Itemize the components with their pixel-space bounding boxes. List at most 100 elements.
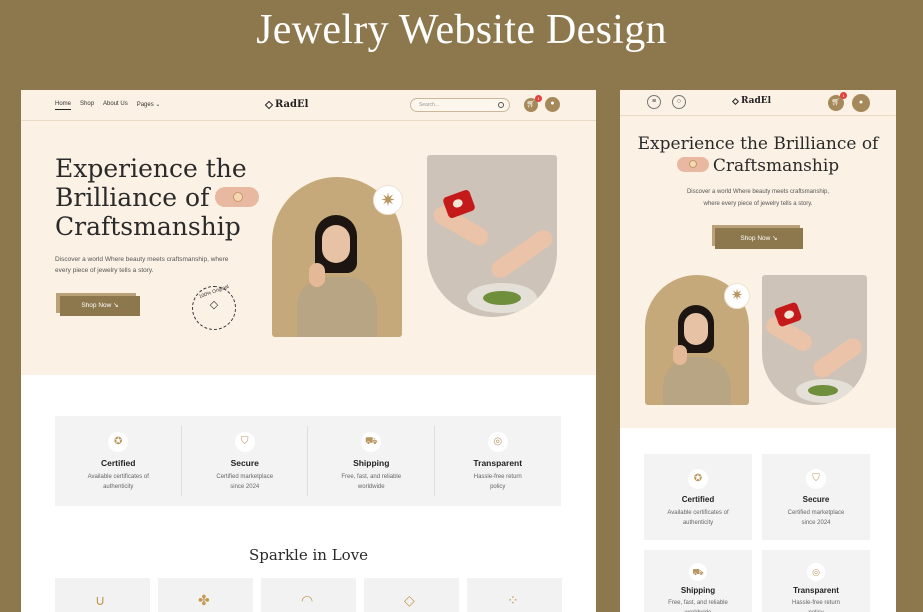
feature-title: Transparent bbox=[473, 458, 523, 468]
search-icon[interactable] bbox=[498, 102, 504, 108]
shop-now-button[interactable]: Shop Now ↘ bbox=[60, 296, 140, 316]
search-placeholder: Search... bbox=[419, 102, 440, 108]
mobile-feature-secure: ⛉ Secure Certified marketplace since 2024 bbox=[762, 454, 870, 540]
diamond-icon bbox=[264, 100, 274, 109]
feature-title: Certified bbox=[101, 458, 136, 468]
user-icon: ● bbox=[550, 100, 555, 107]
top-nav: Home Shop About Us Pages ⌄ RadEl Search.… bbox=[21, 90, 596, 121]
feature-title: Transparent bbox=[793, 586, 839, 595]
feature-desc: Certified marketplace bbox=[787, 510, 845, 516]
brand-name: RadEl bbox=[741, 96, 772, 106]
feature-title: Secure bbox=[230, 458, 259, 468]
feature-desc: since 2024 bbox=[801, 520, 831, 526]
truck-icon: ⛟ bbox=[361, 432, 382, 452]
feature-desc: Hassle-free return bbox=[791, 600, 841, 606]
cart-badge: 1 bbox=[535, 95, 542, 102]
mobile-hero-title: Experience the Brilliance of Craftsmansh… bbox=[620, 133, 896, 177]
mobile-mockup: ≡ ○ RadEl 🛒︎ 1 ● Experience the Brillian… bbox=[620, 90, 896, 612]
hero-title: Experience the Brilliance of Craftsmansh… bbox=[55, 154, 260, 241]
feature-desc: Certified marketplace bbox=[216, 474, 274, 480]
feature-title: Shipping bbox=[680, 586, 716, 595]
product-card[interactable]: ✤ bbox=[158, 578, 253, 612]
medal-icon: ✪ bbox=[688, 469, 708, 489]
nav-link-home[interactable]: Home bbox=[55, 101, 72, 110]
shield-icon: ⛉ bbox=[234, 432, 255, 452]
feature-desc: Available certificates of bbox=[87, 474, 149, 480]
feature-title: Shipping bbox=[353, 458, 390, 468]
nav-link-pages[interactable]: Pages ⌄ bbox=[137, 101, 161, 110]
mobile-top-nav: ≡ ○ RadEl 🛒︎ 1 ● bbox=[620, 90, 896, 116]
stud-earrings-icon: ⁘ bbox=[507, 592, 519, 608]
original-seal: 100% Original ◇ bbox=[192, 284, 236, 330]
hero-title-line3: Craftsmanship bbox=[55, 212, 241, 241]
feature-title: Secure bbox=[802, 495, 830, 504]
sparkle-star-icon: ✷ bbox=[724, 283, 750, 309]
feature-desc: authenticity bbox=[682, 520, 714, 526]
feature-desc: Free, fast, and reliable bbox=[341, 474, 402, 480]
brand-logo[interactable]: RadEl bbox=[264, 99, 309, 110]
sparkle-star-icon: ✷ bbox=[373, 185, 403, 215]
feature-desc: authenticity bbox=[103, 484, 134, 490]
jewelry-pill-image bbox=[676, 157, 709, 172]
desktop-mockup: Home Shop About Us Pages ⌄ RadEl Search.… bbox=[21, 90, 596, 612]
bracelet-icon: ◠ bbox=[301, 592, 314, 608]
shop-now-button[interactable]: Shop Now ↘ bbox=[715, 228, 803, 249]
feature-desc: policy bbox=[762, 608, 870, 612]
feature-desc: worldwide bbox=[357, 484, 385, 490]
hero-title-line1: Experience the bbox=[55, 154, 247, 183]
cart-badge: 1 bbox=[840, 92, 847, 99]
user-icon: ● bbox=[858, 99, 864, 106]
search-input[interactable]: Search... bbox=[410, 98, 510, 112]
product-card[interactable]: ◇ bbox=[364, 578, 459, 612]
medal-icon: ✪ bbox=[108, 432, 129, 452]
product-card[interactable]: ⁘ bbox=[467, 578, 562, 612]
cart-icon: 🛒︎ bbox=[831, 99, 841, 106]
hero-title-line2: Brilliance of bbox=[55, 183, 210, 212]
features-strip: ✪ Certified Available certificates of aut… bbox=[55, 416, 561, 506]
brand-name: RadEl bbox=[275, 99, 309, 110]
mobile-hero-title-line2: Craftsmanship bbox=[712, 156, 840, 176]
coins-icon: ◎ bbox=[487, 432, 508, 452]
jewelry-pill-image bbox=[215, 186, 260, 207]
shop-now-label: Shop Now bbox=[81, 302, 112, 309]
mobile-hero-subtitle: Discover a world Where beauty meets craf… bbox=[620, 186, 896, 210]
ring-proposal-image bbox=[762, 275, 867, 405]
menu-icon[interactable]: ≡ bbox=[647, 95, 661, 109]
nav-link-pages-label: Pages bbox=[136, 102, 154, 108]
feature-certified: ✪ Certified Available certificates of aut… bbox=[55, 416, 182, 506]
mobile-hero-subtitle-line2: where every piece of jewelry tells a sto… bbox=[703, 201, 813, 207]
feature-desc: worldwide bbox=[644, 608, 752, 612]
hero-subtitle-line2: every piece of jewelry tells a story. bbox=[55, 267, 154, 274]
mobile-hero-section: ≡ ○ RadEl 🛒︎ 1 ● Experience the Brillian… bbox=[620, 90, 896, 428]
hero-section: Home Shop About Us Pages ⌄ RadEl Search.… bbox=[21, 90, 596, 375]
nav-links: Home Shop About Us Pages ⌄ bbox=[55, 101, 160, 110]
feature-secure: ⛉ Secure Certified marketplace since 2024 bbox=[182, 416, 308, 506]
feature-desc: since 2024 bbox=[230, 484, 260, 490]
brand-logo[interactable]: RadEl bbox=[731, 96, 772, 106]
feature-title: Certified bbox=[681, 495, 715, 504]
feature-desc: Hassle-free return bbox=[473, 474, 522, 480]
necklace-icon: ∪ bbox=[95, 592, 106, 608]
mobile-hero-subtitle-line1: Discover a world Where beauty meets craf… bbox=[686, 189, 830, 195]
arrow-icon: ↘ bbox=[772, 235, 778, 242]
banner-title: Jewelry Website Design bbox=[256, 7, 667, 53]
nav-link-shop[interactable]: Shop bbox=[80, 101, 94, 110]
feature-shipping: ⛟ Shipping Free, fast, and reliable world… bbox=[308, 416, 435, 506]
product-card[interactable]: ◠ bbox=[261, 578, 356, 612]
account-button[interactable]: ● bbox=[545, 97, 560, 112]
section-title: Sparkle in Love bbox=[248, 546, 369, 564]
chevron-down-icon: ⌄ bbox=[155, 102, 161, 108]
feature-desc: Available certificates of bbox=[667, 510, 729, 516]
search-icon[interactable]: ○ bbox=[672, 95, 686, 109]
nav-link-about[interactable]: About Us bbox=[103, 101, 128, 110]
diamond-icon bbox=[731, 97, 740, 105]
feature-transparent: ◎ Transparent Hassle-free return policy bbox=[435, 416, 562, 506]
feature-desc: Free, fast, and reliable bbox=[668, 600, 728, 606]
mobile-hero-title-line1: Experience the Brilliance of bbox=[637, 134, 879, 154]
product-card[interactable]: ∪ bbox=[55, 578, 150, 612]
mobile-feature-certified: ✪ Certified Available certificates of aut… bbox=[644, 454, 752, 540]
mobile-feature-transparent: ◎ Transparent Hassle-free return policy bbox=[762, 550, 870, 612]
account-button[interactable]: ● bbox=[852, 94, 870, 112]
ring-proposal-image bbox=[427, 155, 557, 317]
hero-subtitle: Discover a world Where beauty meets craf… bbox=[55, 254, 255, 276]
